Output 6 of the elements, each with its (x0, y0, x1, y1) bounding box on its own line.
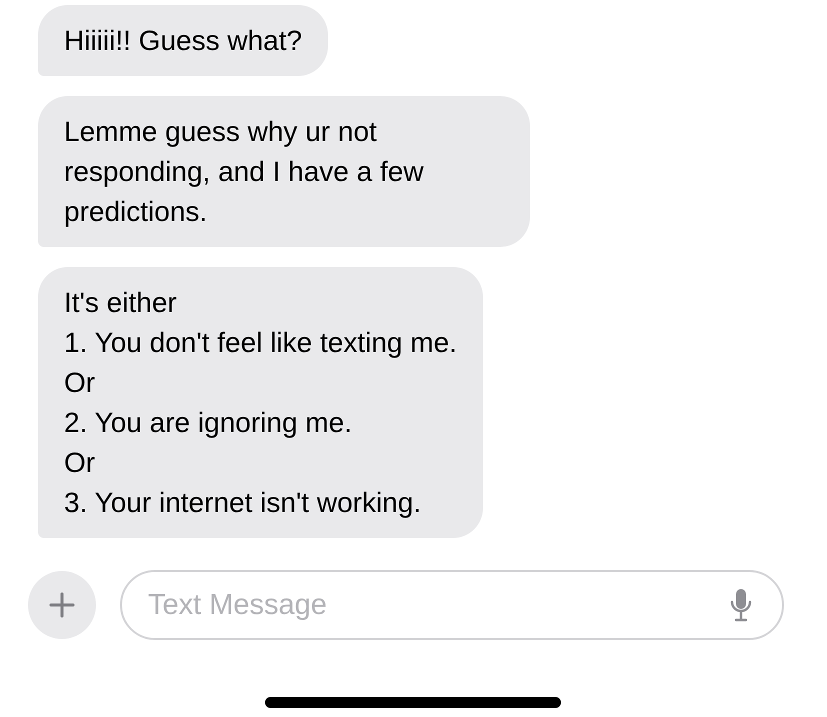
message-bubble: Lemme guess why ur not responding, and I have a few predictions. (38, 96, 530, 247)
plus-icon (49, 592, 75, 618)
microphone-icon[interactable] (730, 588, 752, 622)
message-field[interactable]: Text Message (120, 570, 784, 640)
message-bubble: It's either 1. You don't feel like texting me. Or 2. You are ignoring me. Or 3. Your internet isn't working. (38, 267, 483, 538)
message-bubble: Hiiiii!! Guess what? (38, 5, 328, 76)
